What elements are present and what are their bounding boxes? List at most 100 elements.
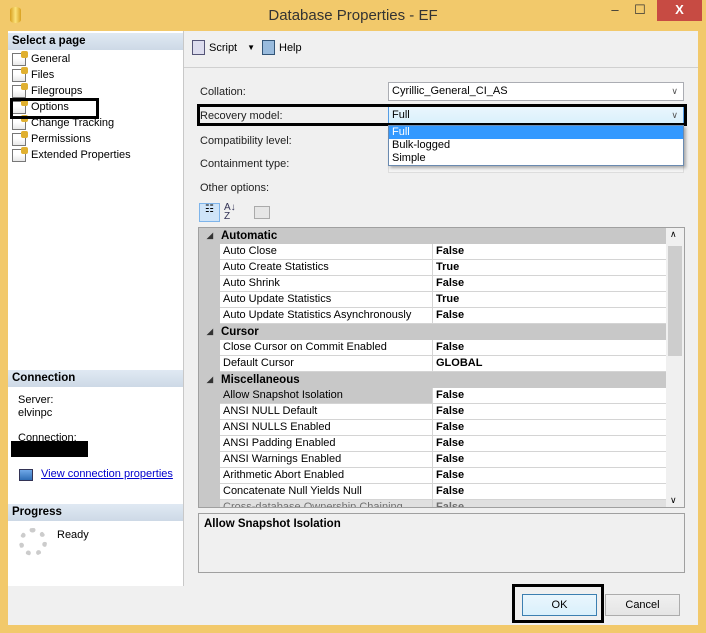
property-row[interactable]: Auto Create Statistics True — [199, 260, 666, 276]
containment-type-label: Containment type: — [200, 158, 290, 170]
property-row[interactable]: ANSI Warnings Enabled False — [199, 452, 666, 468]
recovery-option-bulk-logged[interactable]: Bulk-logged — [389, 139, 683, 152]
vertical-scrollbar[interactable]: ∧ ∨ — [666, 228, 684, 507]
property-row[interactable]: ANSI NULLS Enabled False — [199, 420, 666, 436]
property-name: Close Cursor on Commit Enabled — [220, 340, 433, 356]
highlight-box — [197, 104, 687, 126]
property-value[interactable]: False — [433, 404, 666, 420]
progress-header: Progress — [8, 504, 183, 521]
title-bar: Database Properties - EF – ☐ X — [0, 0, 706, 31]
property-value[interactable]: False — [433, 276, 666, 292]
sidebar-item-general[interactable]: General — [12, 50, 71, 67]
category-miscellaneous[interactable]: ◢ Miscellaneous — [199, 372, 666, 388]
category-automatic[interactable]: ◢ Automatic — [199, 228, 666, 244]
window-title: Database Properties - EF — [268, 7, 438, 24]
property-row[interactable]: Close Cursor on Commit Enabled False — [199, 340, 666, 356]
property-row[interactable]: Arithmetic Abort Enabled False — [199, 468, 666, 484]
close-button[interactable]: X — [657, 0, 702, 21]
page-icon — [12, 50, 28, 66]
alphabetical-sort-icon[interactable]: A↓ Z — [224, 203, 236, 222]
property-value[interactable]: False — [433, 388, 666, 404]
categorized-view-icon[interactable]: ☷ — [199, 203, 220, 222]
divider — [184, 67, 698, 68]
property-value[interactable]: True — [433, 260, 666, 276]
property-value[interactable]: False — [433, 244, 666, 260]
sidebar-item-label: Files — [31, 69, 55, 81]
property-name: Auto Create Statistics — [220, 260, 433, 276]
property-name: ANSI Warnings Enabled — [220, 452, 433, 468]
property-description: Allow Snapshot Isolation — [198, 513, 685, 573]
property-name: Concatenate Null Yields Null — [220, 484, 433, 500]
property-row[interactable]: Concatenate Null Yields Null False — [199, 484, 666, 500]
property-name: Arithmetic Abort Enabled — [220, 468, 433, 484]
property-row[interactable]: ANSI Padding Enabled False — [199, 436, 666, 452]
category-label: Miscellaneous — [221, 374, 300, 386]
script-icon — [192, 40, 205, 55]
property-name: ANSI NULLS Enabled — [220, 420, 433, 436]
sidebar-item-files[interactable]: Files — [12, 66, 55, 83]
recovery-option-full[interactable]: Full — [389, 126, 683, 139]
property-value[interactable]: False — [433, 500, 666, 507]
page-icon — [12, 82, 28, 98]
property-row[interactable]: ANSI NULL Default False — [199, 404, 666, 420]
property-row[interactable]: Auto Update Statistics True — [199, 292, 666, 308]
category-cursor[interactable]: ◢ Cursor — [199, 324, 666, 340]
category-label: Cursor — [221, 326, 259, 338]
recovery-option-simple[interactable]: Simple — [389, 152, 683, 165]
property-row[interactable]: Auto Close False — [199, 244, 666, 260]
property-row[interactable]: Cross-database Ownership Chaining Enable… — [199, 500, 666, 507]
scroll-up-icon[interactable]: ∧ — [670, 229, 677, 240]
property-name: Allow Snapshot Isolation — [220, 388, 433, 404]
collation-select[interactable]: Cyrillic_General_CI_AS ∨ — [388, 82, 684, 101]
property-value[interactable]: GLOBAL — [433, 356, 666, 372]
sidebar: Select a page General Files Filegroups Opti… — [8, 31, 184, 586]
property-pages-icon[interactable] — [254, 206, 270, 219]
sidebar-item-label: Extended Properties — [31, 149, 131, 161]
sidebar-item-filegroups[interactable]: Filegroups — [12, 82, 82, 99]
property-grid: ◢ Automatic Auto Close False Auto Create Sta… — [198, 227, 685, 508]
property-row[interactable]: Auto Update Statistics Asynchronously Fal… — [199, 308, 666, 324]
minimize-button[interactable]: – — [603, 0, 627, 21]
property-row[interactable]: Allow Snapshot Isolation False — [199, 388, 666, 404]
highlight-box — [512, 584, 604, 623]
server-label: Server: — [18, 394, 54, 406]
property-row[interactable]: Auto Shrink False — [199, 276, 666, 292]
progress-status: Ready — [57, 529, 89, 541]
property-value[interactable]: False — [433, 484, 666, 500]
category-label: Automatic — [221, 230, 278, 242]
script-button[interactable]: Script ▼ — [192, 40, 255, 55]
collapse-icon[interactable]: ◢ — [199, 228, 221, 244]
scroll-down-icon[interactable]: ∨ — [670, 495, 677, 506]
collation-label: Collation: — [200, 86, 246, 98]
select-page-header: Select a page — [8, 33, 183, 50]
property-value[interactable]: False — [433, 436, 666, 452]
property-row[interactable]: Default Cursor GLOBAL — [199, 356, 666, 372]
help-label: Help — [279, 41, 302, 54]
chevron-down-icon: ∨ — [671, 86, 678, 96]
connection-properties-icon — [19, 469, 33, 481]
sidebar-item-label: Permissions — [31, 133, 91, 145]
progress-spinner-icon — [19, 528, 47, 556]
collation-value: Cyrillic_General_CI_AS — [392, 85, 508, 97]
collapse-icon[interactable]: ◢ — [199, 324, 221, 340]
scrollbar-thumb[interactable] — [668, 246, 682, 356]
sidebar-item-label: General — [31, 53, 71, 65]
property-value[interactable]: False — [433, 468, 666, 484]
maximize-button[interactable]: ☐ — [628, 0, 652, 21]
help-button[interactable]: Help — [262, 40, 302, 55]
button-bar: OK Cancel — [8, 584, 698, 625]
property-name: ANSI NULL Default — [220, 404, 433, 420]
property-value[interactable]: False — [433, 420, 666, 436]
property-value[interactable]: False — [433, 452, 666, 468]
property-value[interactable]: False — [433, 340, 666, 356]
property-value[interactable]: True — [433, 292, 666, 308]
cancel-button[interactable]: Cancel — [605, 594, 680, 616]
sidebar-item-permissions[interactable]: Permissions — [12, 130, 91, 147]
property-name: Auto Update Statistics Asynchronously — [220, 308, 433, 324]
collapse-icon[interactable]: ◢ — [199, 372, 221, 388]
recovery-model-dropdown: Full Bulk-logged Simple — [388, 125, 684, 166]
dropdown-arrow-icon[interactable]: ▼ — [247, 43, 255, 52]
sidebar-item-extended-properties[interactable]: Extended Properties — [12, 146, 131, 163]
property-value[interactable]: False — [433, 308, 666, 324]
view-connection-properties-link[interactable]: View connection properties — [41, 468, 173, 480]
